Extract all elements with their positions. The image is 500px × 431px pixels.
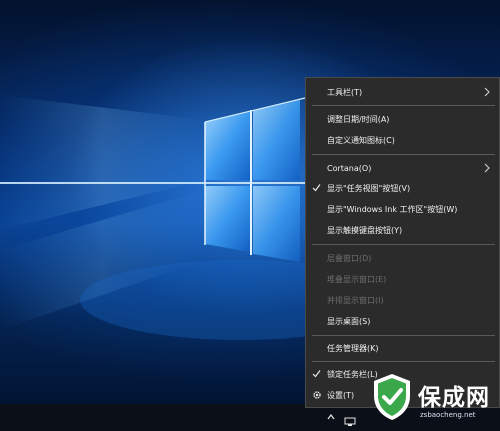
menu-item-adjust-date-time[interactable]: 调整日期/时间(A) [306, 109, 499, 129]
menu-item-label: 显示"任务视图"按钮(V) [327, 183, 411, 193]
chevron-right-icon [483, 163, 491, 173]
menu-item-customize-notification-icons[interactable]: 自定义通知图标(C) [306, 130, 499, 150]
menu-item-cascade-windows: 层叠窗口(D) [306, 248, 499, 268]
menu-item-label: 堆叠显示窗口(E) [327, 274, 387, 284]
menu-item-side-by-side-windows: 并排显示窗口(I) [306, 290, 499, 310]
menu-item-label: 显示"Windows Ink 工作区"按钮(W) [327, 204, 458, 214]
menu-item-label: 任务管理器(K) [327, 343, 379, 353]
taskbar-context-menu: 工具栏(T) 调整日期/时间(A) 自定义通知图标(C) Cortana(O) … [305, 77, 500, 408]
menu-item-task-manager[interactable]: 任务管理器(K) [306, 338, 499, 358]
menu-item-show-touch-keyboard-button[interactable]: 显示触摸键盘按钮(Y) [306, 220, 499, 240]
menu-separator [312, 244, 495, 245]
menu-item-stack-windows: 堆叠显示窗口(E) [306, 269, 499, 289]
menu-item-show-windows-ink-button[interactable]: 显示"Windows Ink 工作区"按钮(W) [306, 199, 499, 219]
menu-item-label: 层叠窗口(D) [327, 253, 372, 263]
checkmark-icon [312, 369, 321, 378]
menu-item-label: 工具栏(T) [327, 87, 363, 97]
menu-separator [312, 361, 495, 362]
chevron-up-icon[interactable] [326, 412, 336, 422]
menu-item-label: 并排显示窗口(I) [327, 295, 384, 305]
menu-item-label: 显示触摸键盘按钮(Y) [327, 225, 403, 235]
menu-item-show-desktop[interactable]: 显示桌面(S) [306, 311, 499, 331]
menu-separator [312, 105, 495, 106]
menu-item-toolbars[interactable]: 工具栏(T) [306, 82, 499, 102]
shield-check-logo [370, 372, 414, 422]
menu-item-label: 设置(T) [327, 390, 355, 400]
checkmark-icon [312, 183, 321, 192]
menu-item-label: 自定义通知图标(C) [327, 135, 395, 145]
menu-item-show-task-view-button[interactable]: 显示"任务视图"按钮(V) [306, 178, 499, 198]
menu-separator [312, 335, 495, 336]
network-icon[interactable] [344, 412, 356, 426]
gear-icon [312, 390, 322, 400]
menu-item-label: 显示桌面(S) [327, 316, 371, 326]
site-watermark: 保成网 zsbaocheng.net [368, 370, 500, 431]
menu-separator [312, 154, 495, 155]
menu-item-label: 调整日期/时间(A) [327, 114, 390, 124]
chevron-right-icon [483, 87, 491, 97]
menu-item-label: Cortana(O) [327, 163, 372, 173]
watermark-title: 保成网 [418, 385, 490, 411]
menu-item-cortana[interactable]: Cortana(O) [306, 158, 499, 178]
watermark-url: zsbaocheng.net [420, 411, 476, 419]
